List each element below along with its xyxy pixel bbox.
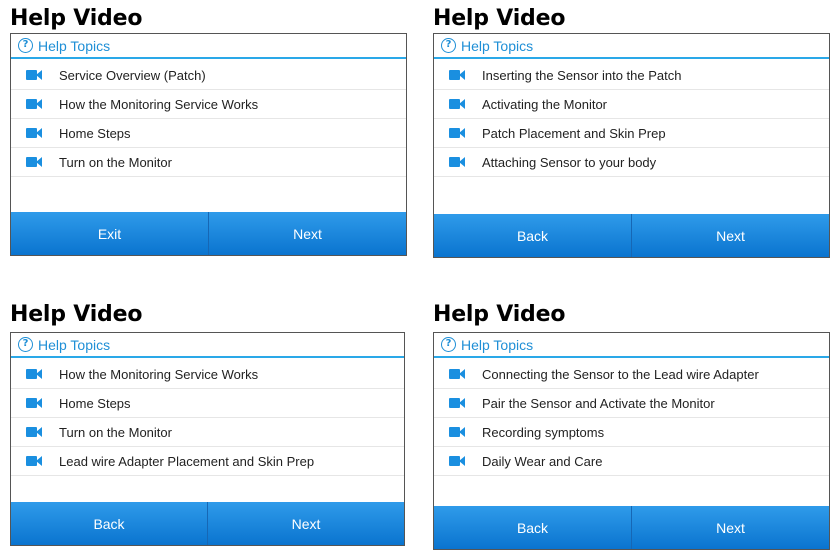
topic-item[interactable]: Home Steps	[11, 119, 406, 148]
topic-item-label: How the Monitoring Service Works	[59, 96, 259, 112]
topic-item[interactable]: Attaching Sensor to your body	[434, 148, 829, 177]
help-video-panel-2: Help Video ? Help Topics Inserting the S…	[433, 6, 830, 258]
topic-item-label: Activating the Monitor	[482, 96, 608, 112]
help-screen: ? Help Topics Connecting the Sensor to t…	[433, 332, 830, 550]
panel-title: Help Video	[10, 302, 143, 327]
topic-item-label: Inserting the Sensor into the Patch	[482, 67, 682, 83]
question-circle-icon: ?	[18, 38, 33, 53]
question-circle-icon: ?	[441, 38, 456, 53]
topic-item-label: Turn on the Monitor	[59, 154, 172, 170]
topic-item-label: Service Overview (Patch)	[59, 67, 206, 83]
topic-item-label: Connecting the Sensor to the Lead wire A…	[482, 366, 759, 382]
topic-item[interactable]: How the Monitoring Service Works	[11, 90, 406, 119]
video-camera-icon	[26, 427, 43, 437]
topic-item[interactable]: Turn on the Monitor	[11, 148, 406, 177]
help-topics-header: ? Help Topics	[11, 333, 404, 358]
topic-list: Service Overview (Patch) How the Monitor…	[11, 61, 406, 177]
topic-item[interactable]: Pair the Sensor and Activate the Monitor	[434, 389, 829, 418]
next-button[interactable]: Next	[207, 502, 404, 545]
back-button[interactable]: Back	[434, 214, 631, 257]
help-topics-header: ? Help Topics	[11, 34, 406, 59]
question-circle-icon: ?	[18, 337, 33, 352]
help-video-panel-3: Help Video ? Help Topics How the Monitor…	[10, 302, 405, 546]
topic-item-label: Lead wire Adapter Placement and Skin Pre…	[59, 453, 315, 469]
help-topics-label: Help Topics	[461, 336, 534, 353]
next-button[interactable]: Next	[631, 214, 829, 257]
topic-item[interactable]: Daily Wear and Care	[434, 447, 829, 476]
topic-list: Connecting the Sensor to the Lead wire A…	[434, 360, 829, 476]
topic-item-label: Attaching Sensor to your body	[482, 154, 657, 170]
topic-item[interactable]: Patch Placement and Skin Prep	[434, 119, 829, 148]
back-button[interactable]: Back	[434, 506, 631, 549]
video-camera-icon	[449, 369, 466, 379]
question-circle-icon: ?	[441, 337, 456, 352]
panel-title: Help Video	[433, 6, 566, 31]
topic-item-label: How the Monitoring Service Works	[59, 366, 259, 382]
topic-item[interactable]: Inserting the Sensor into the Patch	[434, 61, 829, 90]
video-camera-icon	[449, 157, 466, 167]
help-screen: ? Help Topics Service Overview (Patch) H…	[10, 33, 407, 256]
help-video-panel-4: Help Video ? Help Topics Connecting the …	[433, 302, 830, 550]
video-camera-icon	[26, 157, 43, 167]
topic-item-label: Home Steps	[59, 125, 131, 141]
video-camera-icon	[449, 398, 466, 408]
topic-item[interactable]: Lead wire Adapter Placement and Skin Pre…	[11, 447, 404, 476]
topic-item-label: Recording symptoms	[482, 424, 605, 440]
video-camera-icon	[449, 456, 466, 466]
video-camera-icon	[449, 427, 466, 437]
topic-item[interactable]: Home Steps	[11, 389, 404, 418]
help-video-panel-1: Help Video ? Help Topics Service Overvie…	[10, 6, 407, 256]
help-topics-label: Help Topics	[38, 336, 111, 353]
video-camera-icon	[449, 70, 466, 80]
topic-item[interactable]: Service Overview (Patch)	[11, 61, 406, 90]
exit-button[interactable]: Exit	[11, 212, 208, 255]
button-bar: Back Next	[434, 214, 829, 257]
button-bar: Back Next	[434, 506, 829, 549]
topic-list: Inserting the Sensor into the Patch Acti…	[434, 61, 829, 177]
video-camera-icon	[26, 369, 43, 379]
help-topics-label: Help Topics	[461, 37, 534, 54]
topic-item-label: Pair the Sensor and Activate the Monitor	[482, 395, 715, 411]
help-topics-header: ? Help Topics	[434, 34, 829, 59]
video-camera-icon	[26, 99, 43, 109]
button-bar: Exit Next	[11, 212, 406, 255]
video-camera-icon	[26, 456, 43, 466]
video-camera-icon	[26, 128, 43, 138]
button-bar: Back Next	[11, 502, 404, 545]
panel-title: Help Video	[10, 6, 143, 31]
topic-item-label: Turn on the Monitor	[59, 424, 172, 440]
next-button[interactable]: Next	[631, 506, 829, 549]
topic-item-label: Daily Wear and Care	[482, 453, 603, 469]
topic-item[interactable]: Recording symptoms	[434, 418, 829, 447]
video-camera-icon	[449, 99, 466, 109]
video-camera-icon	[449, 128, 466, 138]
help-screen: ? Help Topics How the Monitoring Service…	[10, 332, 405, 546]
topic-item-label: Patch Placement and Skin Prep	[482, 125, 666, 141]
topic-list: How the Monitoring Service Works Home St…	[11, 360, 404, 476]
panel-title: Help Video	[433, 302, 566, 327]
back-button[interactable]: Back	[11, 502, 207, 545]
topic-item-label: Home Steps	[59, 395, 131, 411]
help-topics-header: ? Help Topics	[434, 333, 829, 358]
topic-item[interactable]: Activating the Monitor	[434, 90, 829, 119]
help-screen: ? Help Topics Inserting the Sensor into …	[433, 33, 830, 258]
topic-item[interactable]: Turn on the Monitor	[11, 418, 404, 447]
topic-item[interactable]: Connecting the Sensor to the Lead wire A…	[434, 360, 829, 389]
video-camera-icon	[26, 70, 43, 80]
next-button[interactable]: Next	[208, 212, 406, 255]
video-camera-icon	[26, 398, 43, 408]
topic-item[interactable]: How the Monitoring Service Works	[11, 360, 404, 389]
help-topics-label: Help Topics	[38, 37, 111, 54]
